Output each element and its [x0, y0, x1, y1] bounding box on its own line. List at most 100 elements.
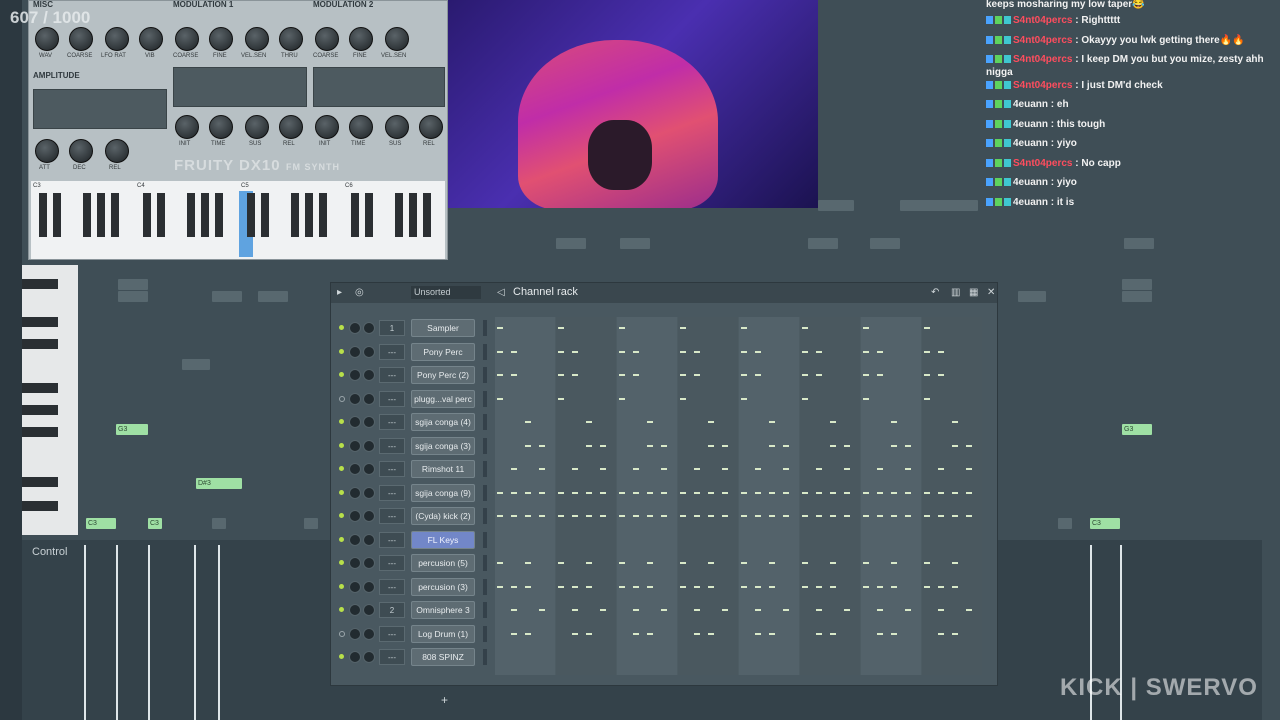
black-key[interactable] [423, 193, 431, 237]
step-note[interactable] [708, 515, 714, 517]
channel-volume-knob[interactable] [349, 580, 361, 593]
step-note[interactable] [877, 585, 883, 588]
step-note[interactable] [525, 562, 531, 564]
step-note[interactable] [539, 491, 545, 494]
step-note[interactable] [924, 350, 930, 353]
channel-name-button[interactable]: plugg...val perc [411, 389, 475, 408]
step-note[interactable] [647, 444, 653, 447]
step-note[interactable] [647, 585, 653, 588]
channel-pan-knob[interactable] [363, 604, 375, 616]
step-note[interactable] [600, 515, 606, 517]
step-note[interactable] [830, 515, 836, 517]
note[interactable] [212, 291, 242, 302]
step-note[interactable] [891, 421, 897, 423]
step-note[interactable] [586, 562, 592, 564]
channel-name-button[interactable]: Pony Perc (2) [411, 366, 475, 384]
step-note[interactable] [863, 585, 869, 588]
step-note[interactable] [619, 397, 625, 400]
channel-volume-knob[interactable] [349, 510, 361, 522]
black-key[interactable] [319, 193, 327, 237]
channel-volume-knob[interactable] [349, 392, 361, 405]
step-note[interactable] [694, 632, 700, 635]
step-note[interactable] [783, 609, 789, 611]
step-note[interactable] [661, 515, 667, 517]
step-note[interactable] [741, 562, 747, 564]
step-note[interactable] [680, 350, 686, 353]
black-key[interactable] [22, 339, 58, 349]
mod2-sus-knob[interactable] [385, 115, 409, 139]
step-note[interactable] [511, 491, 517, 494]
channel-mute-led[interactable] [339, 419, 344, 424]
mod1-time-knob[interactable] [209, 115, 233, 139]
step-note[interactable] [511, 374, 517, 376]
step-note[interactable] [619, 327, 625, 329]
wav-knob[interactable] [35, 27, 59, 51]
channel-mute-led[interactable] [339, 372, 344, 377]
step-note[interactable] [938, 374, 944, 376]
step-note[interactable] [891, 444, 897, 447]
black-key[interactable] [39, 193, 47, 237]
mixer-track-selector[interactable]: --- [379, 578, 405, 595]
step-note[interactable] [877, 374, 883, 376]
note[interactable] [118, 291, 148, 302]
step-note[interactable] [877, 491, 883, 494]
black-key[interactable] [22, 427, 58, 437]
step-note[interactable] [802, 562, 808, 564]
black-key[interactable] [247, 193, 255, 237]
step-note[interactable] [877, 609, 883, 611]
mixer-track-selector[interactable]: --- [379, 367, 405, 383]
step-note[interactable] [830, 562, 836, 564]
channel-volume-knob[interactable] [349, 604, 361, 616]
step-note[interactable] [497, 562, 503, 564]
step-note[interactable] [863, 515, 869, 517]
step-note[interactable] [741, 327, 747, 329]
piano-roll-keyboard[interactable] [22, 265, 78, 535]
step-note[interactable] [600, 444, 606, 447]
step-note[interactable] [741, 515, 747, 517]
black-key[interactable] [22, 317, 58, 327]
vib-knob[interactable] [139, 27, 163, 51]
black-key[interactable] [187, 193, 195, 237]
add-channel-button[interactable]: + [441, 693, 448, 707]
mod1-rel-knob[interactable] [279, 115, 303, 139]
mod2-rel-knob[interactable] [419, 115, 443, 139]
step-note[interactable] [539, 515, 545, 517]
step-note[interactable] [783, 515, 789, 517]
black-key[interactable] [22, 383, 58, 393]
rel-knob[interactable] [105, 139, 129, 163]
step-note[interactable] [802, 350, 808, 353]
step-note[interactable] [572, 350, 578, 353]
mixer-track-selector[interactable]: 1 [379, 320, 405, 336]
step-note[interactable] [539, 444, 545, 447]
black-key[interactable] [261, 193, 269, 237]
channel-select-meter[interactable] [483, 414, 487, 430]
step-note[interactable] [708, 562, 714, 564]
step-note[interactable] [497, 374, 503, 376]
step-note[interactable] [924, 491, 930, 494]
step-note[interactable] [600, 468, 606, 470]
channel-pan-knob[interactable] [363, 510, 375, 522]
step-note[interactable] [558, 515, 564, 517]
mixer-track-selector[interactable]: 2 [379, 602, 405, 618]
step-note[interactable] [905, 491, 911, 494]
channel-name-button[interactable]: sgija conga (4) [411, 413, 475, 431]
channel-volume-knob[interactable] [349, 322, 361, 334]
step-note[interactable] [877, 632, 883, 635]
step-note[interactable] [708, 632, 714, 635]
step-note[interactable] [708, 491, 714, 494]
mixer-track-selector[interactable]: --- [379, 414, 405, 430]
note[interactable] [1058, 518, 1072, 529]
step-note[interactable] [586, 585, 592, 588]
step-note[interactable] [708, 585, 714, 588]
channel-pan-knob[interactable] [363, 651, 375, 663]
step-note[interactable] [539, 468, 545, 470]
black-key[interactable] [291, 193, 299, 237]
step-note[interactable] [741, 374, 747, 376]
step-note[interactable] [619, 562, 625, 564]
step-note[interactable] [924, 562, 930, 564]
note[interactable] [1018, 291, 1046, 302]
channel-volume-knob[interactable] [349, 486, 361, 499]
step-note[interactable] [816, 491, 822, 494]
step-note[interactable] [952, 491, 958, 494]
note-ds3[interactable]: D#3 [196, 478, 242, 489]
